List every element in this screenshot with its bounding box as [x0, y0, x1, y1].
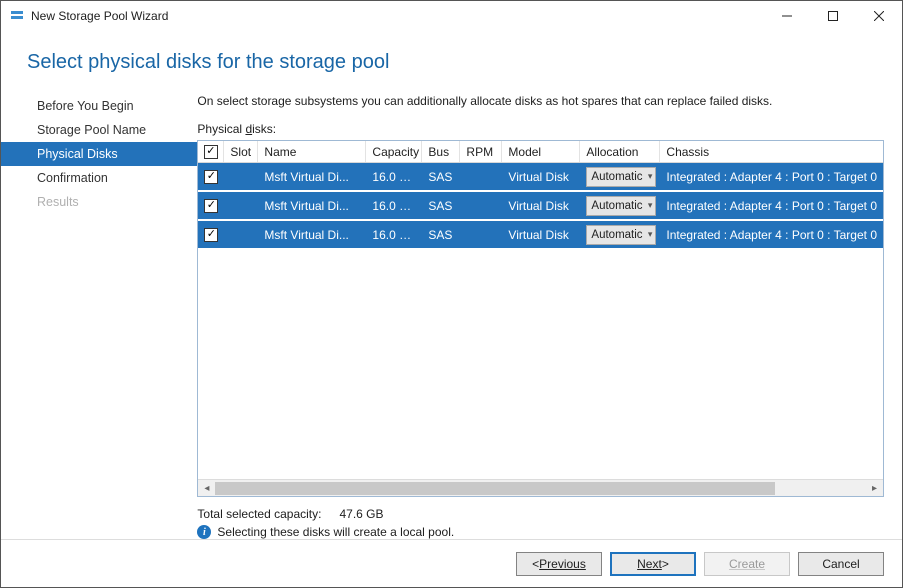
physical-disks-label: Physical disks:	[197, 122, 884, 136]
cell-bus: SAS	[422, 199, 460, 213]
scroll-right-arrow[interactable]: ▸	[866, 480, 883, 497]
total-capacity-label: Total selected capacity:	[197, 507, 321, 521]
table-row[interactable]: Msft Virtual Di... 16.0 GB SAS Virtual D…	[198, 221, 883, 250]
allocation-dropdown[interactable]: Automatic▾	[586, 167, 656, 187]
step-physical-disks[interactable]: Physical Disks	[1, 142, 197, 166]
cell-capacity: 16.0 GB	[366, 228, 422, 242]
row-checkbox[interactable]	[204, 228, 218, 242]
footer: < Previous Next > Create Cancel	[1, 539, 902, 587]
wizard-steps: Before You Begin Storage Pool Name Physi…	[1, 82, 197, 539]
table-row[interactable]: Msft Virtual Di... 16.0 GB SAS Virtual D…	[198, 163, 883, 192]
total-capacity-value: 47.6 GB	[339, 507, 383, 521]
cell-capacity: 16.0 GB	[366, 199, 422, 213]
cell-name: Msft Virtual Di...	[258, 228, 366, 242]
header-checkbox[interactable]	[198, 141, 224, 162]
cell-model: Virtual Disk	[502, 228, 580, 242]
cell-name: Msft Virtual Di...	[258, 199, 366, 213]
col-rpm[interactable]: RPM	[460, 141, 502, 162]
summary: Total selected capacity: 47.6 GB i Selec…	[197, 497, 884, 539]
step-results: Results	[1, 190, 197, 214]
col-slot[interactable]: Slot	[224, 141, 258, 162]
cell-chassis: Integrated : Adapter 4 : Port 0 : Target…	[660, 199, 883, 213]
cell-chassis: Integrated : Adapter 4 : Port 0 : Target…	[660, 170, 883, 184]
cell-model: Virtual Disk	[502, 199, 580, 213]
row-checkbox[interactable]	[204, 170, 218, 184]
instruction-text: On select storage subsystems you can add…	[197, 94, 884, 108]
cell-bus: SAS	[422, 170, 460, 184]
col-model[interactable]: Model	[502, 141, 580, 162]
chevron-down-icon: ▾	[648, 171, 653, 182]
horizontal-scrollbar[interactable]: ◂ ▸	[198, 479, 883, 496]
col-allocation[interactable]: Allocation	[580, 141, 660, 162]
scroll-left-arrow[interactable]: ◂	[198, 480, 215, 497]
col-capacity[interactable]: Capacity	[366, 141, 422, 162]
previous-button[interactable]: < Previous	[516, 552, 602, 576]
col-name[interactable]: Name	[258, 141, 366, 162]
col-chassis[interactable]: Chassis	[660, 141, 883, 162]
cell-chassis: Integrated : Adapter 4 : Port 0 : Target…	[660, 228, 883, 242]
maximize-button[interactable]	[810, 1, 856, 31]
page-title: Select physical disks for the storage po…	[27, 51, 876, 74]
close-button[interactable]	[856, 1, 902, 31]
create-button: Create	[704, 552, 790, 576]
cell-bus: SAS	[422, 228, 460, 242]
main-panel: On select storage subsystems you can add…	[197, 82, 884, 539]
info-text: Selecting these disks will create a loca…	[217, 525, 454, 539]
window-title: New Storage Pool Wizard	[31, 9, 168, 23]
table-row[interactable]: Msft Virtual Di... 16.0 GB SAS Virtual D…	[198, 192, 883, 221]
scroll-track[interactable]	[215, 480, 866, 497]
minimize-button[interactable]	[764, 1, 810, 31]
titlebar: New Storage Pool Wizard	[1, 1, 902, 31]
content: Before You Begin Storage Pool Name Physi…	[1, 82, 902, 539]
step-storage-pool-name[interactable]: Storage Pool Name	[1, 118, 197, 142]
app-icon	[9, 8, 25, 24]
table-header: Slot Name Capacity Bus RPM Model Allocat…	[198, 141, 883, 163]
col-bus[interactable]: Bus	[422, 141, 460, 162]
disks-table: Slot Name Capacity Bus RPM Model Allocat…	[197, 140, 884, 497]
cancel-button[interactable]: Cancel	[798, 552, 884, 576]
wizard-window: New Storage Pool Wizard Select physical …	[0, 0, 903, 588]
cell-name: Msft Virtual Di...	[258, 170, 366, 184]
header: Select physical disks for the storage po…	[1, 31, 902, 82]
scroll-thumb[interactable]	[215, 482, 775, 495]
chevron-down-icon: ▾	[648, 200, 653, 211]
step-before-you-begin[interactable]: Before You Begin	[1, 94, 197, 118]
cell-capacity: 16.0 GB	[366, 170, 422, 184]
allocation-dropdown[interactable]: Automatic▾	[586, 225, 656, 245]
row-checkbox[interactable]	[204, 199, 218, 213]
chevron-down-icon: ▾	[648, 229, 653, 240]
step-confirmation[interactable]: Confirmation	[1, 166, 197, 190]
info-icon: i	[197, 525, 211, 539]
table-body: Msft Virtual Di... 16.0 GB SAS Virtual D…	[198, 163, 883, 479]
next-button[interactable]: Next >	[610, 552, 696, 576]
allocation-dropdown[interactable]: Automatic▾	[586, 196, 656, 216]
cell-model: Virtual Disk	[502, 170, 580, 184]
